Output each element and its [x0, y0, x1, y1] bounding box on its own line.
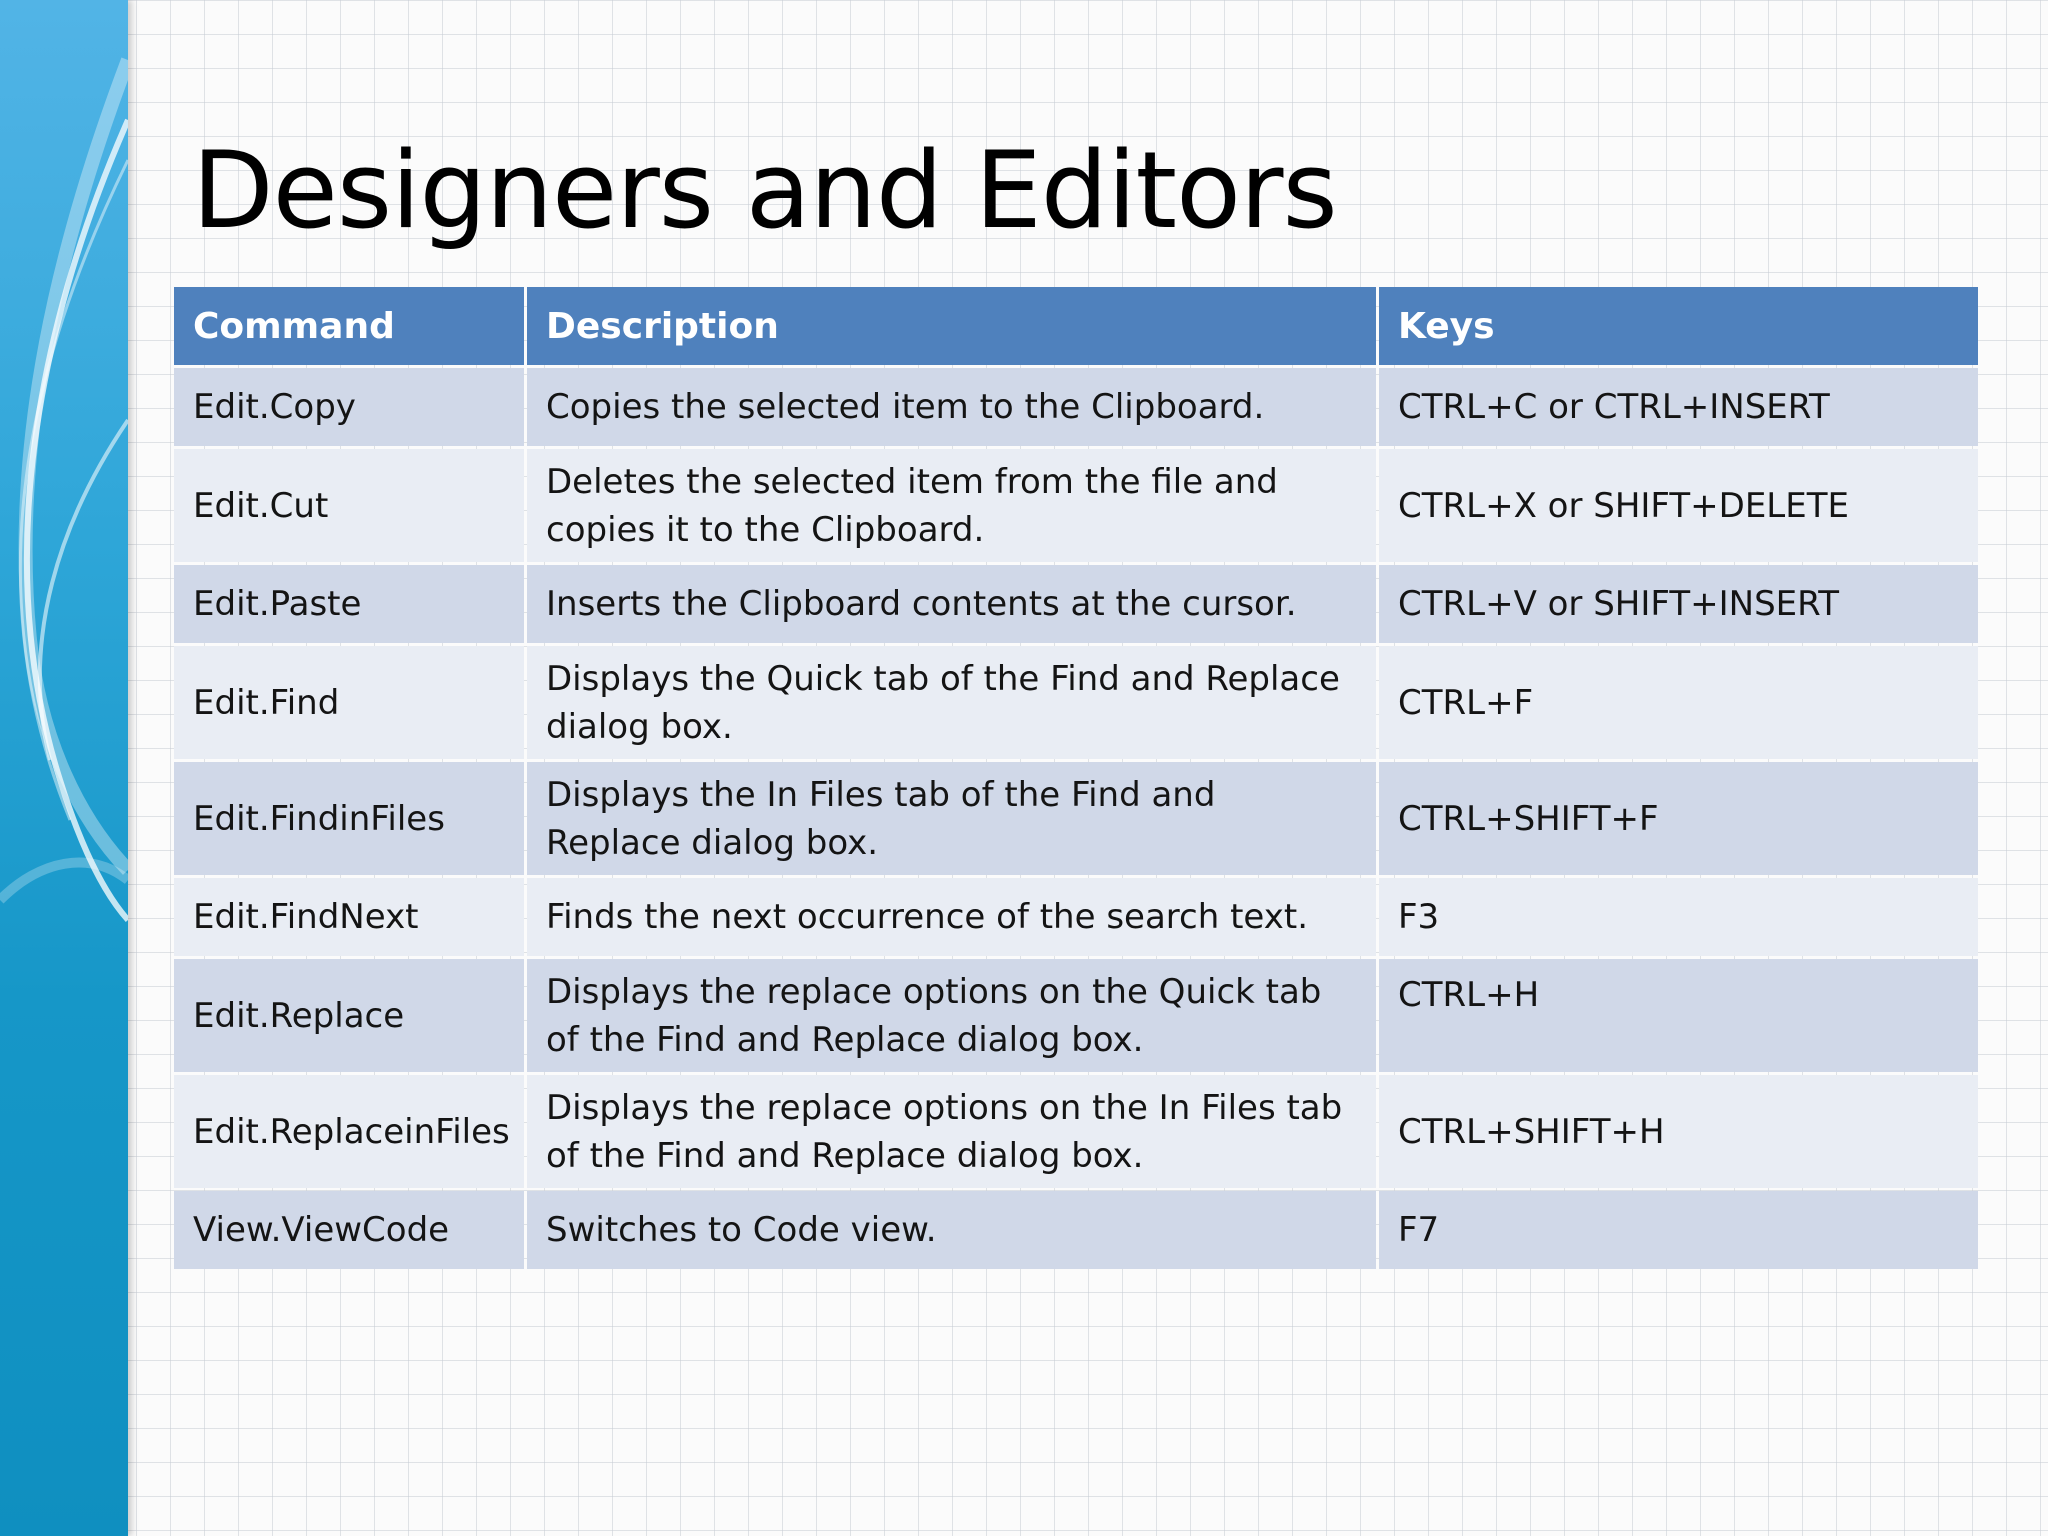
description-cell: Displays the In Files tab of the Find an… — [527, 762, 1376, 875]
column-header-keys: Keys — [1379, 287, 1978, 365]
description-cell: Inserts the Clipboard contents at the cu… — [527, 565, 1376, 643]
keys-cell: CTRL+X or SHIFT+DELETE — [1379, 449, 1978, 562]
description-cell: Displays the replace options on the In F… — [527, 1075, 1376, 1188]
table-header-row: Command Description Keys — [174, 287, 1978, 365]
swoosh-decoration — [0, 57, 128, 923]
command-cell: Edit.Cut — [174, 449, 524, 562]
keys-cell: CTRL+H — [1379, 959, 1978, 1072]
description-cell: Copies the selected item to the Clipboar… — [527, 368, 1376, 446]
command-cell: Edit.FindNext — [174, 878, 524, 956]
description-cell: Displays the Quick tab of the Find and R… — [527, 646, 1376, 759]
table-row: Edit.Find Displays the Quick tab of the … — [174, 646, 1978, 759]
keys-cell: CTRL+V or SHIFT+INSERT — [1379, 565, 1978, 643]
description-cell: Finds the next occurrence of the search … — [527, 878, 1376, 956]
description-cell: Displays the replace options on the Quic… — [527, 959, 1376, 1072]
command-cell: Edit.Replace — [174, 959, 524, 1072]
table-row: Edit.Cut Deletes the selected item from … — [174, 449, 1978, 562]
command-cell: Edit.Copy — [174, 368, 524, 446]
command-cell: Edit.FindinFiles — [174, 762, 524, 875]
keys-cell: CTRL+C or CTRL+INSERT — [1379, 368, 1978, 446]
description-cell: Deletes the selected item from the file … — [527, 449, 1376, 562]
table-row: Edit.FindinFiles Displays the In Files t… — [174, 762, 1978, 875]
keys-cell: CTRL+F — [1379, 646, 1978, 759]
command-cell: View.ViewCode — [174, 1191, 524, 1269]
table-row: View.ViewCode Switches to Code view. F7 — [174, 1191, 1978, 1269]
commands-table: Command Description Keys Edit.Copy Copie… — [171, 284, 1981, 1272]
command-cell: Edit.Find — [174, 646, 524, 759]
slide: Designers and Editors Command Descriptio… — [0, 0, 2048, 1536]
table-row: Edit.ReplaceinFiles Displays the replace… — [174, 1075, 1978, 1188]
keys-cell: F3 — [1379, 878, 1978, 956]
table-row: Edit.FindNext Finds the next occurrence … — [174, 878, 1978, 956]
description-cell: Switches to Code view. — [527, 1191, 1376, 1269]
keys-cell: F7 — [1379, 1191, 1978, 1269]
command-cell: Edit.ReplaceinFiles — [174, 1075, 524, 1188]
column-header-description: Description — [527, 287, 1376, 365]
decorative-side-band — [0, 0, 128, 1536]
slide-title: Designers and Editors — [192, 129, 1338, 252]
keys-cell: CTRL+SHIFT+F — [1379, 762, 1978, 875]
keys-cell: CTRL+SHIFT+H — [1379, 1075, 1978, 1188]
table-row: Edit.Copy Copies the selected item to th… — [174, 368, 1978, 446]
command-cell: Edit.Paste — [174, 565, 524, 643]
table-row: Edit.Replace Displays the replace option… — [174, 959, 1978, 1072]
column-header-command: Command — [174, 287, 524, 365]
table-row: Edit.Paste Inserts the Clipboard content… — [174, 565, 1978, 643]
